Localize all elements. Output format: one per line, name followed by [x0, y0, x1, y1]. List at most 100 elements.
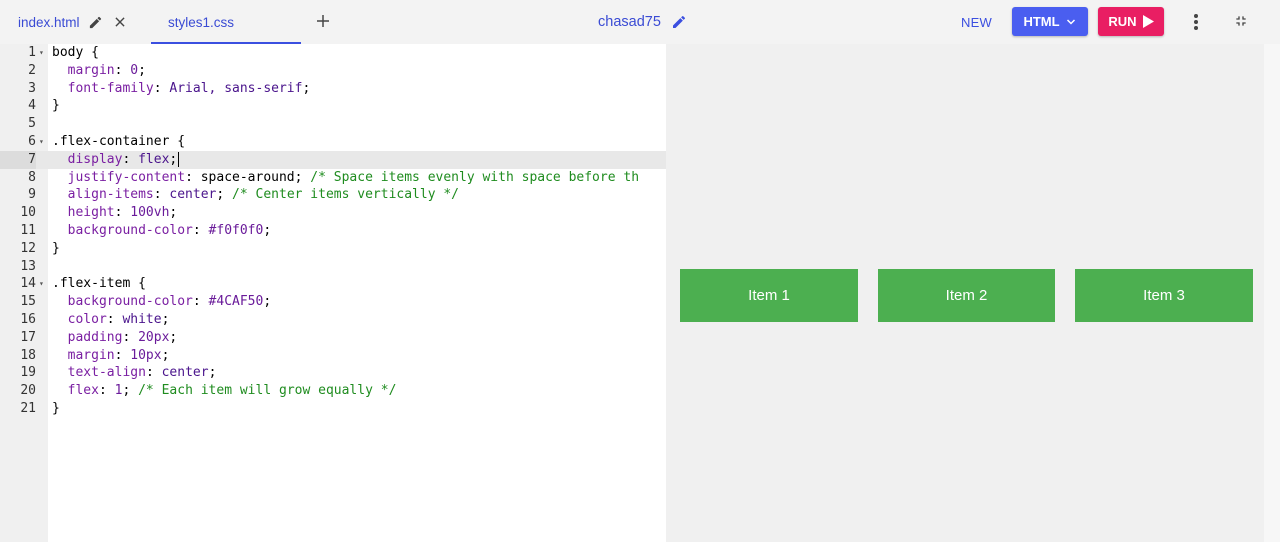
more-vert-icon[interactable] — [1186, 11, 1206, 33]
css-value: white — [122, 311, 162, 327]
code-line[interactable]: 20 flex: 1; /* Each item will grow equal… — [0, 382, 666, 400]
css-comment: /* Space items evenly with space before … — [310, 169, 640, 185]
line-number: 7 — [0, 150, 36, 169]
line-number: 4 — [28, 98, 36, 114]
project-name-area: chasad75 — [598, 0, 687, 44]
code-text: } — [52, 400, 60, 416]
fold-arrow-icon[interactable]: ▾ — [39, 44, 44, 62]
code-line[interactable]: 18 margin: 10px; — [0, 347, 666, 365]
code-line[interactable]: 17 padding: 20px; — [0, 329, 666, 347]
add-tab-icon[interactable] — [313, 11, 333, 31]
code-line[interactable]: 1 ▾ body { — [0, 44, 666, 62]
css-property: align-items — [67, 187, 154, 203]
line-number: 12 — [20, 240, 36, 256]
code-line[interactable]: 9 align-items: center; /* Center items v… — [0, 186, 666, 204]
code-line[interactable]: 14 ▾ .flex-item { — [0, 275, 666, 293]
fold-arrow-icon[interactable]: ▾ — [39, 133, 44, 151]
line-number: 13 — [20, 258, 36, 274]
line-number: 3 — [28, 80, 36, 96]
new-button[interactable]: NEW — [955, 9, 998, 35]
html-button-label: HTML — [1023, 14, 1060, 29]
css-property: text-align — [67, 365, 146, 381]
preview-flex-item: Item 2 — [878, 269, 1055, 322]
code-line[interactable]: 11 background-color: #f0f0f0; — [0, 222, 666, 240]
code-line[interactable]: 8 justify-content: space-around; /* Spac… — [0, 169, 666, 187]
line-number: 5 — [28, 116, 36, 132]
preview-flex-item: Item 1 — [680, 269, 858, 322]
close-icon[interactable] — [113, 15, 127, 29]
code-line-active[interactable]: 7 display: flex; — [0, 150, 666, 169]
code-line[interactable]: 21 } — [0, 400, 666, 418]
tab-styles1-css[interactable]: styles1.css — [151, 0, 301, 44]
tab-label: index.html — [18, 14, 80, 30]
css-comment: /* Center items vertically */ — [232, 187, 460, 203]
code-line[interactable]: 13 — [0, 258, 666, 276]
line-number: 17 — [20, 329, 36, 345]
pencil-icon[interactable] — [88, 15, 103, 30]
css-comment: /* Each item will grow equally */ — [138, 383, 397, 399]
css-value: #4CAF50 — [208, 294, 264, 310]
line-number: 6 — [28, 133, 36, 149]
play-icon — [1142, 15, 1154, 28]
css-value: #f0f0f0 — [208, 222, 264, 238]
code-text: .flex-item { — [52, 276, 146, 292]
css-value: 20px — [138, 329, 170, 345]
pencil-icon[interactable] — [671, 14, 687, 30]
code-text: body { — [52, 45, 99, 60]
code-line[interactable]: 5 — [0, 115, 666, 133]
css-property: margin — [67, 347, 115, 363]
code-text: .flex-container { — [52, 133, 186, 149]
code-editor[interactable]: 1 ▾ body { 2 margin: 0; 3 font-family: Ar… — [0, 44, 666, 542]
code-line[interactable]: 16 color: white; — [0, 311, 666, 329]
line-number: 2 — [28, 62, 36, 78]
top-bar: index.html styles1.css chasad75 NEW HTML… — [0, 0, 1280, 44]
css-property: height — [67, 205, 115, 221]
line-number: 16 — [20, 311, 36, 327]
css-value: 100vh — [130, 205, 170, 221]
code-line[interactable]: 3 font-family: Arial, sans-serif; — [0, 80, 666, 98]
css-value: flex — [138, 151, 170, 167]
css-value: space-around — [200, 169, 295, 185]
fullscreen-exit-icon[interactable] — [1232, 12, 1250, 30]
line-number: 15 — [20, 294, 36, 310]
code-line[interactable]: 10 height: 100vh; — [0, 204, 666, 222]
code-line[interactable]: 15 background-color: #4CAF50; — [0, 293, 666, 311]
tab-label: styles1.css — [168, 14, 235, 30]
code-line[interactable]: 19 text-align: center; — [0, 364, 666, 382]
code-line[interactable]: 6 ▾ .flex-container { — [0, 133, 666, 151]
css-property: background-color — [67, 294, 193, 310]
line-number: 19 — [20, 365, 36, 381]
css-property: font-family — [67, 80, 154, 96]
line-number: 1 — [28, 45, 36, 60]
css-property: color — [67, 311, 107, 327]
code-text: } — [52, 240, 60, 256]
css-value: center — [169, 187, 217, 203]
preview-scrollbar[interactable] — [1264, 44, 1280, 542]
css-value: center — [161, 365, 209, 381]
html-dropdown-button[interactable]: HTML — [1012, 7, 1088, 36]
code-line[interactable]: 12 } — [0, 240, 666, 258]
css-property: flex — [67, 383, 99, 399]
line-number: 21 — [20, 400, 36, 416]
line-number: 10 — [20, 205, 36, 221]
text-cursor — [178, 151, 180, 167]
preview-flex-item: Item 3 — [1075, 269, 1253, 322]
line-number: 8 — [28, 169, 36, 185]
code-line[interactable]: 4 } — [0, 97, 666, 115]
css-value: 10px — [130, 347, 162, 363]
tab-index-html[interactable]: index.html — [18, 0, 127, 44]
code-line[interactable]: 2 margin: 0; — [0, 62, 666, 80]
css-value: 1 — [114, 383, 123, 399]
line-number: 14 — [20, 276, 36, 292]
css-property: margin — [67, 62, 115, 78]
fold-arrow-icon[interactable]: ▾ — [39, 275, 44, 293]
project-name[interactable]: chasad75 — [598, 14, 661, 30]
css-property: padding — [67, 329, 123, 345]
run-button-label: RUN — [1108, 14, 1137, 29]
line-number: 20 — [20, 383, 36, 399]
css-value: 0 — [130, 62, 139, 78]
run-button[interactable]: RUN — [1098, 7, 1164, 36]
preview-pane[interactable]: Item 1 Item 2 Item 3 — [666, 44, 1264, 542]
line-number: 18 — [20, 347, 36, 363]
css-property: display — [67, 151, 123, 167]
